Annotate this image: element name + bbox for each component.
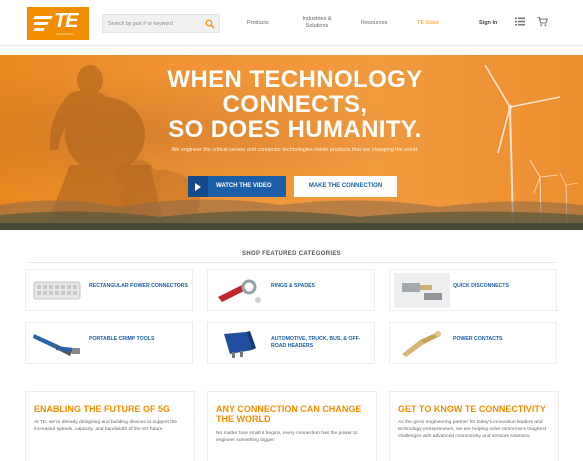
play-button-box: [188, 176, 208, 197]
category-automotive-headers[interactable]: AUTOMOTIVE, TRUCK, BUS, & OFF-ROAD HEADE…: [207, 322, 375, 364]
logo-tagline: connectivity: [56, 32, 75, 36]
site-header: TE connectivity Products Industries & So…: [0, 0, 583, 46]
automotive-header-image: [224, 331, 256, 358]
card-title: GET TO KNOW TE CONNECTIVITY: [398, 404, 546, 414]
nav-te-store[interactable]: TE Store: [417, 20, 439, 27]
make-connection-button[interactable]: MAKE THE CONNECTION: [294, 176, 397, 197]
power-contact-image: [402, 331, 441, 357]
te-logo[interactable]: TE connectivity: [27, 7, 89, 40]
nav-resources[interactable]: Resources: [361, 20, 387, 27]
list-icon[interactable]: [515, 17, 525, 26]
nav-products[interactable]: Products: [247, 20, 269, 27]
category-label: QUICK DISCONNECTS: [453, 283, 509, 289]
category-power-contacts[interactable]: POWER CONTACTS: [389, 322, 557, 364]
rectangular-connector-image: [33, 281, 81, 300]
nav-industries-line2: Solutions: [305, 22, 329, 29]
nav-industries-solutions[interactable]: Industries & Solutions: [300, 16, 334, 29]
category-portable-crimp-tools[interactable]: PORTABLE CRIMP TOOLS: [25, 322, 193, 364]
card-body: At TE, we're already designing and build…: [34, 420, 178, 432]
category-label: RINGS & SPADES: [271, 283, 316, 289]
play-icon: [195, 183, 201, 191]
hero-subtitle: We engineer the critical sensor and conn…: [171, 147, 419, 153]
nav-industries-line1: Industries &: [302, 16, 332, 22]
cart-icon[interactable]: [537, 16, 548, 27]
quick-disconnect-image: [394, 273, 450, 308]
hero-title-line1: WHEN TECHNOLOGY: [167, 66, 423, 93]
card-title: ANY CONNECTION CAN CHANGE THE WORLD: [216, 404, 362, 424]
search-input[interactable]: [108, 15, 203, 32]
category-label: PORTABLE CRIMP TOOLS: [89, 336, 155, 342]
rings-spades-image: [218, 279, 261, 303]
card-5g[interactable]: ENABLING THE FUTURE OF 5G At TE, we're a…: [25, 391, 195, 461]
card-body: As the go-to engineering partner for tod…: [398, 420, 547, 439]
hero-title-line3: SO DOES HUMANITY.: [168, 116, 422, 143]
card-any-connection[interactable]: ANY CONNECTION CAN CHANGE THE WORLD No m…: [207, 391, 377, 461]
te-logo-mark-icon: [33, 16, 53, 31]
card-title: ENABLING THE FUTURE OF 5G: [34, 404, 171, 414]
category-label: RECTANGULAR POWER CONNECTORS: [89, 283, 188, 289]
category-rings-spades[interactable]: RINGS & SPADES: [207, 269, 375, 311]
logo-text: TE: [54, 10, 79, 32]
category-quick-disconnects[interactable]: QUICK DISCONNECTS: [389, 269, 557, 311]
featured-categories-title: SHOP FEATURED CATEGORIES: [242, 251, 341, 257]
hero-banner: WHEN TECHNOLOGY CONNECTS, SO DOES HUMANI…: [0, 55, 583, 230]
search-box: [102, 14, 220, 33]
watch-video-label: WATCH THE VIDEO: [216, 183, 272, 189]
search-icon[interactable]: [205, 19, 215, 29]
section-divider: [27, 262, 557, 263]
category-label: POWER CONTACTS: [453, 336, 503, 342]
card-get-to-know-te[interactable]: GET TO KNOW TE CONNECTIVITY As the go-to…: [389, 391, 559, 461]
hero-title-line2: CONNECTS,: [222, 91, 368, 118]
watch-video-button[interactable]: WATCH THE VIDEO: [188, 176, 286, 197]
crimp-tool-image: [33, 334, 80, 356]
sign-in-link[interactable]: Sign In: [479, 20, 497, 27]
category-label: AUTOMOTIVE, TRUCK, BUS, & OFF-ROAD HEADE…: [271, 336, 361, 349]
card-body: No matter how small it begins, every con…: [216, 431, 358, 443]
hero-title: WHEN TECHNOLOGY CONNECTS, SO DOES HUMANI…: [130, 67, 460, 142]
category-rectangular-power-connectors[interactable]: RECTANGULAR POWER CONNECTORS: [25, 269, 193, 311]
